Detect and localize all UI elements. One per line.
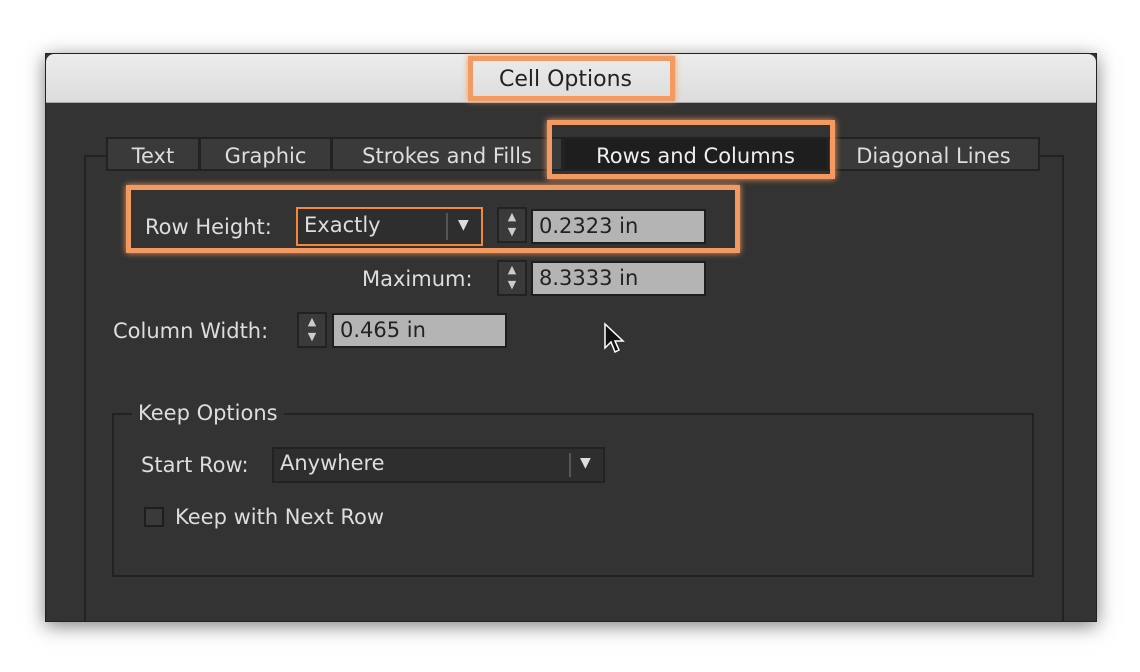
- start-row-dropdown[interactable]: Anywhere ▼: [272, 447, 605, 483]
- maximum-input[interactable]: 8.3333 in: [531, 261, 706, 296]
- maximum-stepper[interactable]: ▲ ▼: [497, 260, 527, 296]
- chevron-down-icon: ▼: [458, 217, 469, 233]
- row-height-mode-dropdown[interactable]: Exactly ▼: [296, 207, 483, 246]
- title-bar[interactable]: Cell Options: [46, 54, 1096, 103]
- cell-options-dialog: Cell Options Text Graphic Strokes and Fi…: [45, 53, 1097, 622]
- column-width-label: Column Width:: [113, 319, 269, 343]
- tab-graphic[interactable]: Graphic: [199, 137, 332, 171]
- chevron-down-icon: ▼: [580, 455, 591, 471]
- row-height-input[interactable]: 0.2323 in: [531, 209, 706, 244]
- tab-strokes-and-fills[interactable]: Strokes and Fills: [331, 137, 563, 171]
- keep-options-group: [112, 413, 1034, 577]
- keep-with-next-row-label: Keep with Next Row: [175, 505, 385, 529]
- start-row-value: Anywhere: [280, 451, 385, 475]
- keep-with-next-row-checkbox[interactable]: [144, 507, 164, 527]
- keep-options-legend: Keep Options: [132, 401, 284, 425]
- row-height-mode-value: Exactly: [304, 213, 381, 237]
- mouse-cursor-icon: [604, 322, 625, 354]
- row-height-stepper[interactable]: ▲ ▼: [497, 207, 527, 243]
- maximum-label: Maximum:: [362, 267, 473, 291]
- tab-rows-and-columns[interactable]: Rows and Columns: [563, 137, 828, 171]
- column-width-input[interactable]: 0.465 in: [332, 313, 507, 348]
- tab-text[interactable]: Text: [106, 137, 200, 171]
- column-width-stepper[interactable]: ▲ ▼: [297, 312, 327, 348]
- dialog-title: Cell Options: [499, 67, 632, 92]
- start-row-label: Start Row:: [141, 453, 249, 477]
- row-height-label: Row Height:: [145, 215, 272, 239]
- tab-diagonal-lines[interactable]: Diagonal Lines: [827, 137, 1040, 171]
